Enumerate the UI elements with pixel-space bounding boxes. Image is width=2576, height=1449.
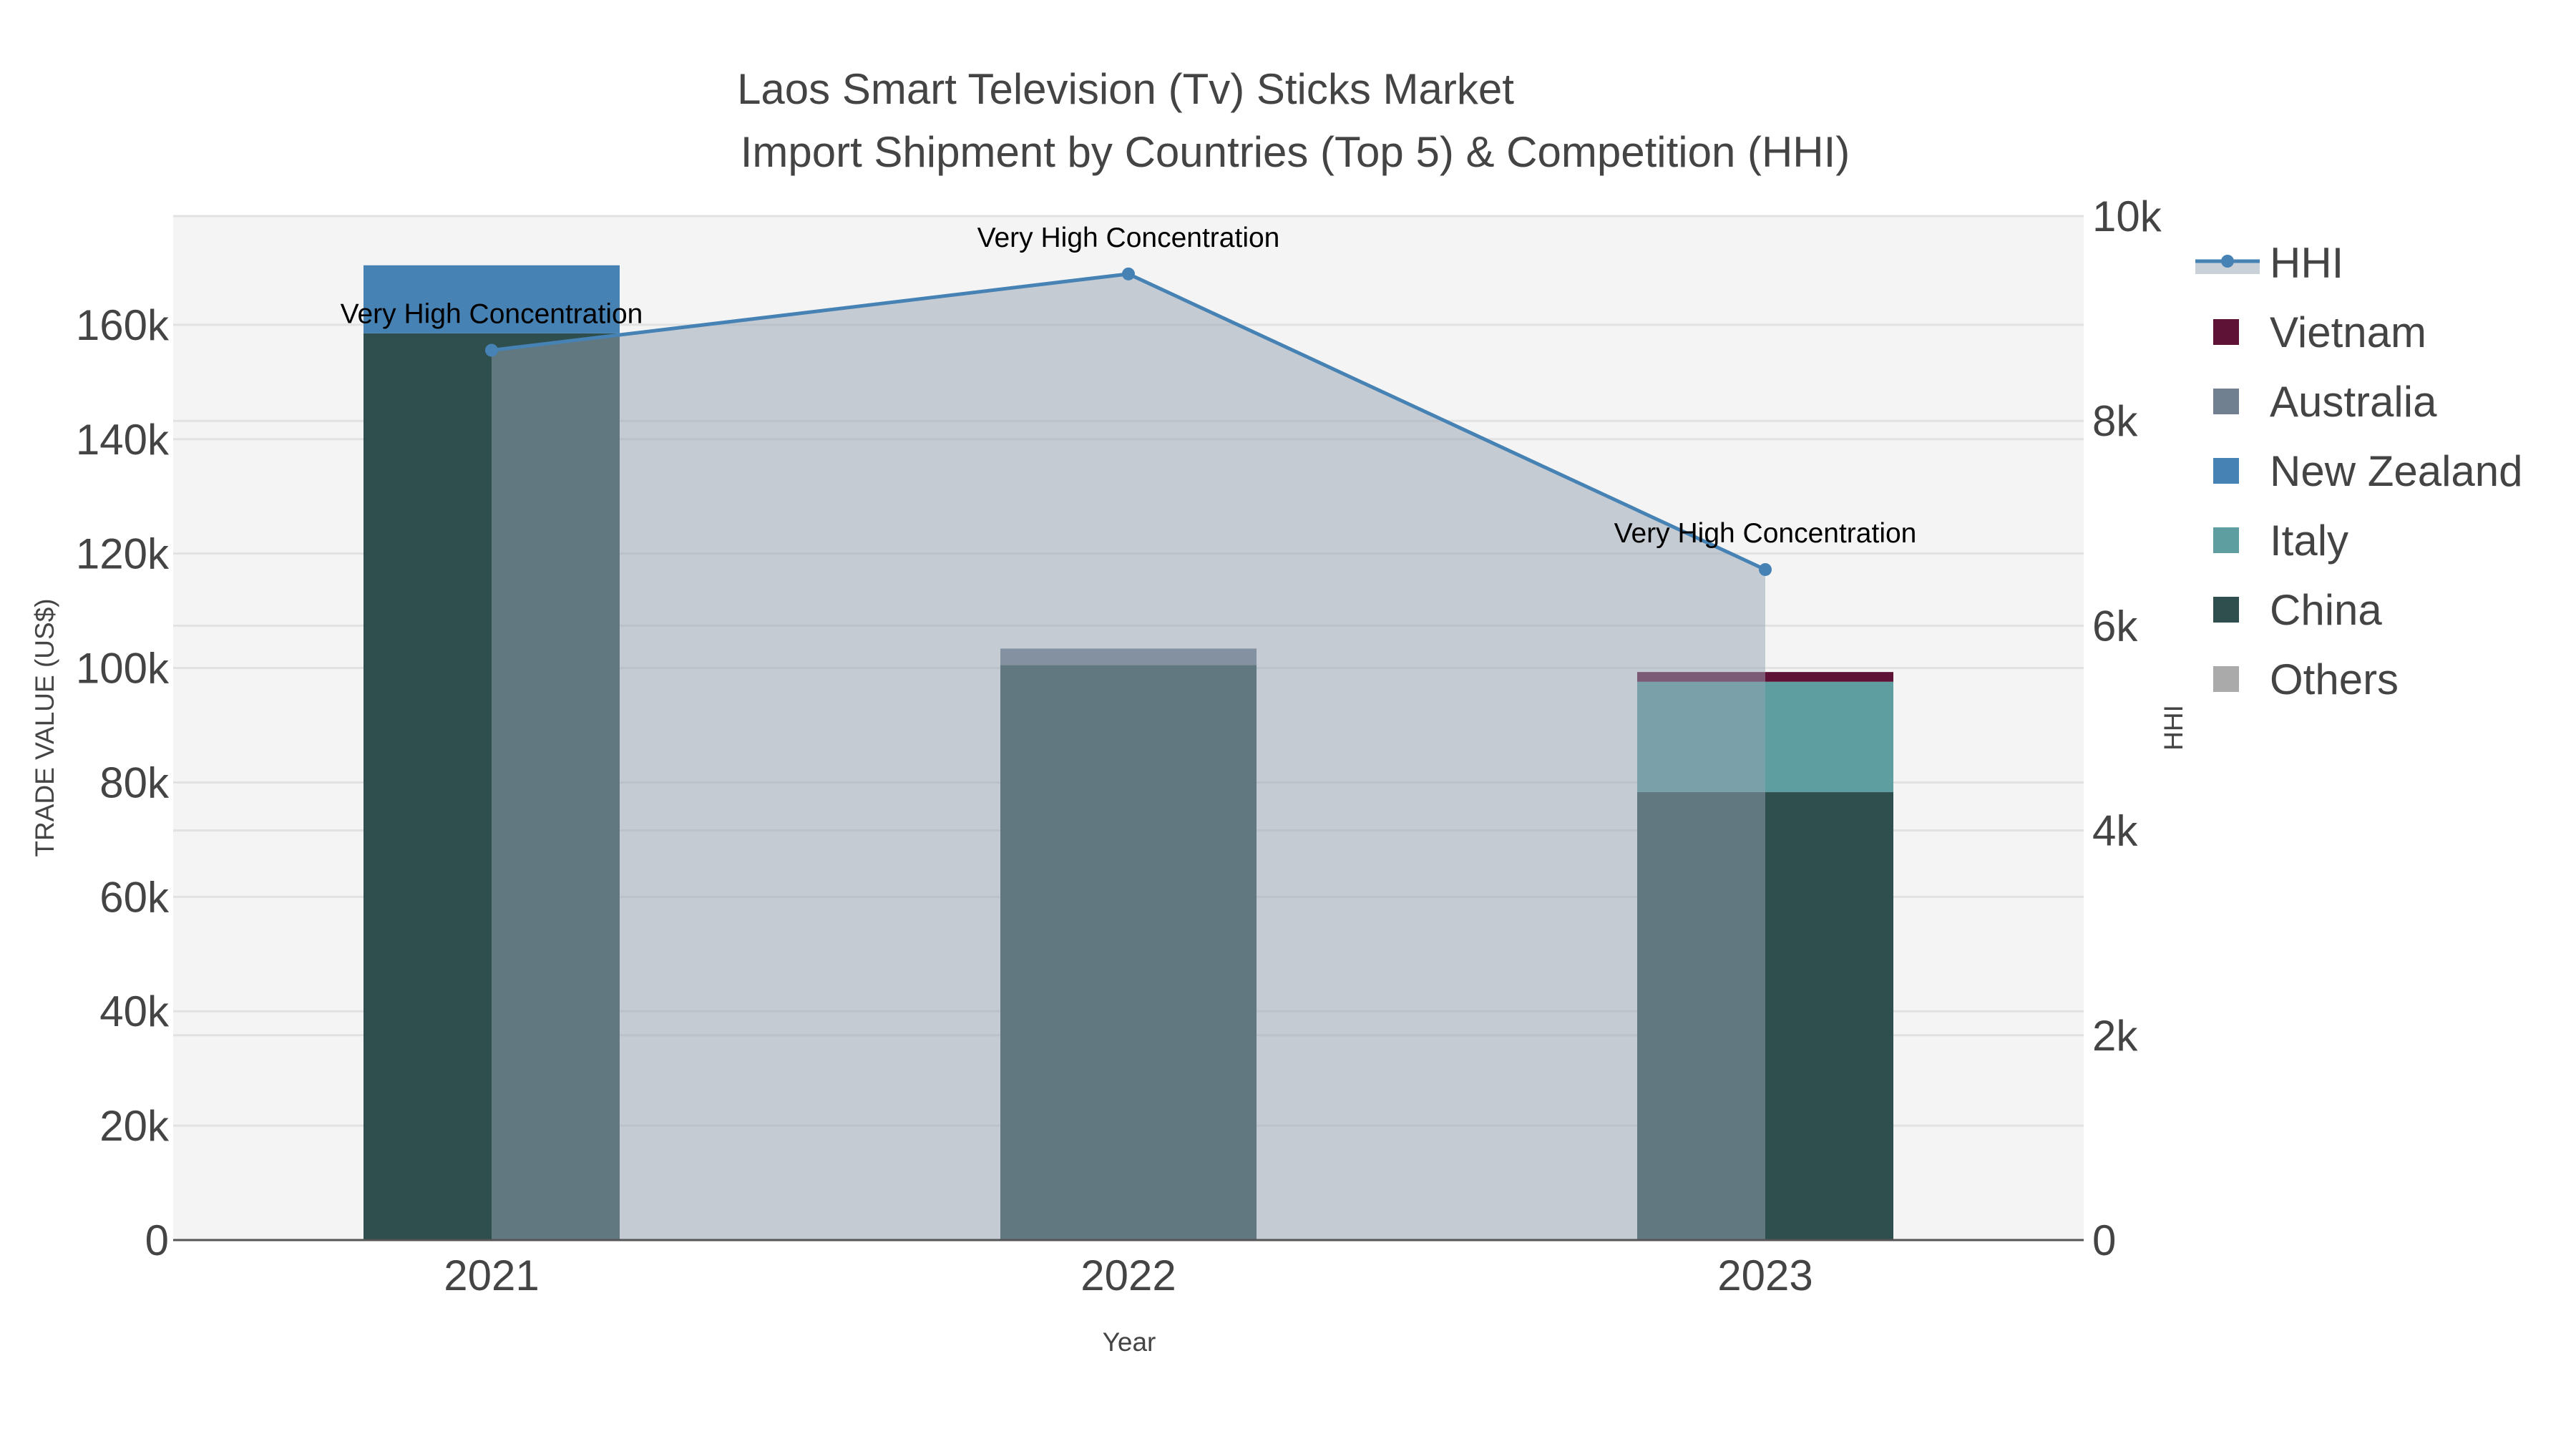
y2-tick-label: 8k <box>2092 397 2138 445</box>
legend-swatch-others <box>2213 666 2239 692</box>
y-tick-label: 80k <box>99 758 170 806</box>
hhi-point <box>1122 267 1135 280</box>
legend-label-china: China <box>2270 586 2382 634</box>
y-tick-label: 20k <box>99 1102 170 1150</box>
legend: HHI Vietnam Australia New Zealand Italy China… <box>2195 239 2523 703</box>
y-tick-label: 100k <box>76 645 170 693</box>
y-axis-title: TRADE VALUE (US$) <box>30 598 59 857</box>
y-tick-label: 60k <box>99 873 170 921</box>
legend-label-new-zealand: New Zealand <box>2270 447 2523 495</box>
y2-tick-label: 6k <box>2092 602 2138 650</box>
y2-axis-title: HHI <box>2159 705 2188 751</box>
legend-label-hhi: HHI <box>2270 239 2343 287</box>
chart: Laos Smart Television (Tv) Sticks Market… <box>30 65 2523 1357</box>
y2-tick-label: 0 <box>2092 1216 2116 1264</box>
hhi-annotation: Very High Concentration <box>1614 518 1917 549</box>
legend-label-australia: Australia <box>2270 378 2437 426</box>
legend-hhi-marker <box>2221 255 2234 268</box>
hhi-annotation: Very High Concentration <box>341 298 643 329</box>
legend-swatch-china <box>2213 597 2239 623</box>
y-tick-label: 160k <box>76 301 170 349</box>
hhi-annotation: Very High Concentration <box>977 223 1280 253</box>
legend-label-others: Others <box>2270 655 2399 703</box>
hhi-point <box>1759 562 1772 576</box>
legend-swatch-new-zealand <box>2213 458 2239 484</box>
y-tick-label: 140k <box>76 416 170 464</box>
y-tick-label: 0 <box>145 1216 169 1264</box>
x-tick-label: 2021 <box>444 1252 539 1299</box>
hhi-point <box>485 343 498 357</box>
x-tick-label: 2023 <box>1717 1252 1813 1299</box>
legend-swatch-australia <box>2213 389 2239 414</box>
legend-label-italy: Italy <box>2270 517 2348 565</box>
chart-title: Laos Smart Television (Tv) Sticks Market <box>737 65 1514 113</box>
x-tick-label: 2022 <box>1080 1252 1176 1299</box>
y2-tick-label: 2k <box>2092 1012 2138 1060</box>
legend-swatch-vietnam <box>2213 319 2239 345</box>
legend-label-vietnam: Vietnam <box>2270 308 2426 356</box>
y2-tick-label: 4k <box>2092 807 2138 855</box>
y-tick-label: 120k <box>76 530 170 578</box>
x-axis-title: Year <box>1103 1327 1156 1357</box>
chart-subtitle: Import Shipment by Countries (Top 5) & C… <box>741 128 1850 176</box>
legend-swatch-italy <box>2213 527 2239 553</box>
y-tick-label: 40k <box>99 987 170 1035</box>
y2-tick-label: 10k <box>2092 192 2162 240</box>
